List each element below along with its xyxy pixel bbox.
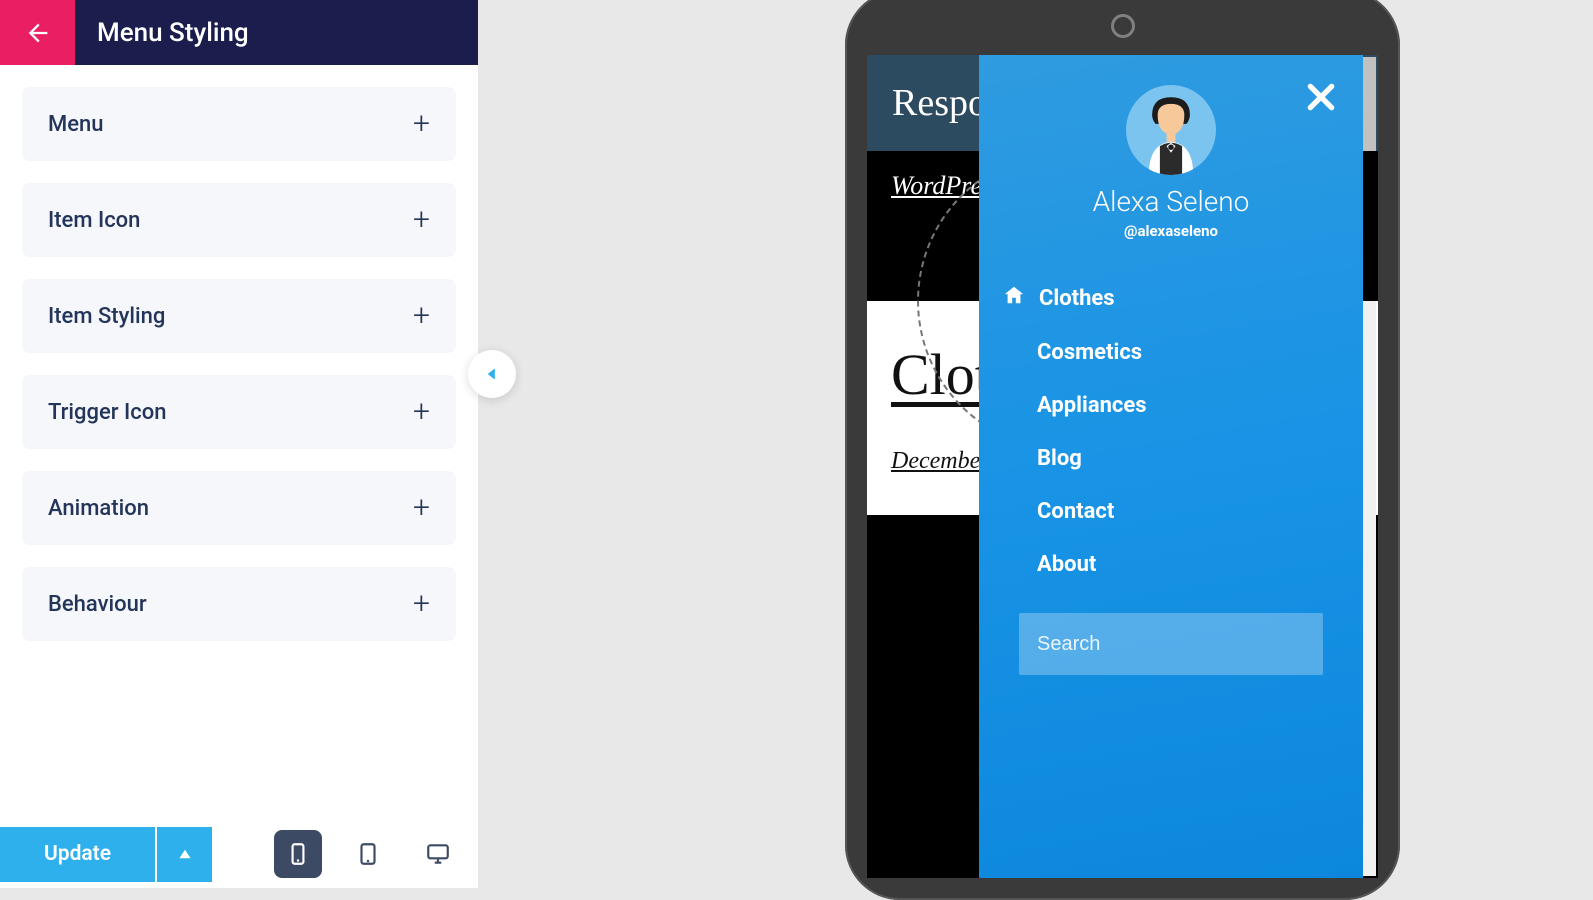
caret-up-icon — [178, 847, 192, 861]
site-title: Respo — [892, 81, 987, 125]
menu-item-label: Appliances — [1037, 393, 1147, 418]
section-label: Item Styling — [48, 304, 165, 329]
section-animation[interactable]: Animation + — [22, 471, 456, 545]
menu-item-label: Clothes — [1039, 286, 1115, 311]
plus-icon: + — [413, 301, 430, 331]
menu-item-clothes[interactable]: Clothes — [979, 270, 1363, 326]
offcanvas-search[interactable] — [1019, 613, 1323, 675]
section-label: Animation — [48, 496, 149, 521]
menu-item-label: About — [1037, 552, 1096, 577]
menu-item-label: Cosmetics — [1037, 340, 1142, 365]
tablet-icon — [355, 841, 381, 867]
section-menu[interactable]: Menu + — [22, 87, 456, 161]
user-name: Alexa Seleno — [979, 185, 1363, 218]
home-icon — [1003, 284, 1025, 312]
section-item-icon[interactable]: Item Icon + — [22, 183, 456, 257]
search-input[interactable] — [1037, 633, 1305, 656]
accordion: Menu + Item Icon + Item Styling + Trigge… — [0, 65, 478, 820]
section-behaviour[interactable]: Behaviour + — [22, 567, 456, 641]
offcanvas-close-button[interactable] — [1301, 77, 1341, 117]
plus-icon: + — [413, 493, 430, 523]
arrow-left-icon — [24, 19, 52, 47]
section-label: Trigger Icon — [48, 400, 166, 425]
device-camera — [1111, 14, 1135, 38]
device-switcher — [274, 830, 462, 878]
menu-item-about[interactable]: About — [979, 538, 1363, 591]
device-mobile-button[interactable] — [274, 830, 322, 878]
offcanvas-items: Clothes Cosmetics Appliances Blog Contac… — [979, 270, 1363, 591]
panel-title: Menu Styling — [97, 18, 249, 48]
section-label: Item Icon — [48, 208, 140, 233]
section-item-styling[interactable]: Item Styling + — [22, 279, 456, 353]
collapse-panel-button[interactable] — [468, 350, 516, 398]
user-avatar[interactable] — [1126, 85, 1216, 175]
settings-panel: Menu Styling Menu + Item Icon + Item Sty… — [0, 0, 478, 888]
settings-header: Menu Styling — [0, 0, 478, 65]
close-icon — [1305, 81, 1337, 113]
plus-icon: + — [413, 205, 430, 235]
section-label: Behaviour — [48, 592, 147, 617]
section-trigger-icon[interactable]: Trigger Icon + — [22, 375, 456, 449]
menu-item-appliances[interactable]: Appliances — [979, 379, 1363, 432]
avatar-icon — [1135, 95, 1207, 175]
device-tablet-button[interactable] — [344, 830, 392, 878]
plus-icon: + — [413, 109, 430, 139]
mobile-icon — [285, 841, 311, 867]
desktop-icon — [425, 841, 451, 867]
section-label: Menu — [48, 112, 104, 137]
menu-item-label: Contact — [1037, 499, 1114, 524]
caret-left-icon — [485, 367, 499, 381]
device-screen: Respo WordPre Clot December — [867, 55, 1378, 878]
back-button[interactable] — [0, 0, 75, 65]
user-handle: @alexaseleno — [979, 222, 1363, 240]
menu-item-cosmetics[interactable]: Cosmetics — [979, 326, 1363, 379]
settings-footer: Update — [0, 820, 478, 888]
menu-item-label: Blog — [1037, 446, 1082, 471]
update-caret-button[interactable] — [157, 827, 212, 882]
device-frame: Respo WordPre Clot December — [845, 0, 1400, 900]
menu-item-blog[interactable]: Blog — [979, 432, 1363, 485]
plus-icon: + — [413, 397, 430, 427]
plus-icon: + — [413, 589, 430, 619]
device-desktop-button[interactable] — [414, 830, 462, 878]
offcanvas-menu: Alexa Seleno @alexaseleno Clothes Cosmet… — [979, 55, 1363, 878]
menu-item-contact[interactable]: Contact — [979, 485, 1363, 538]
update-button[interactable]: Update — [0, 827, 155, 882]
